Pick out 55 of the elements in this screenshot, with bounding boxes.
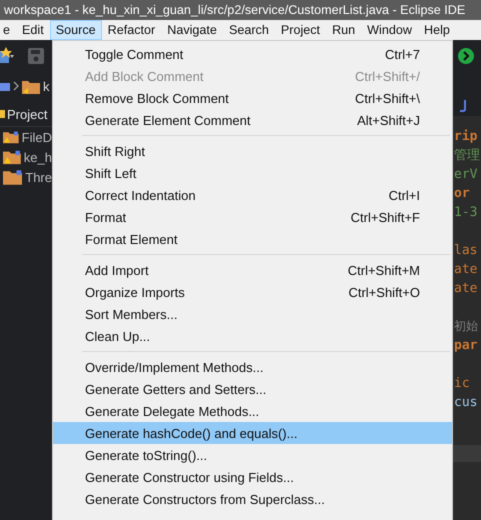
code-line: 1-3: [454, 204, 478, 222]
menu-item[interactable]: Help: [418, 20, 456, 40]
menu-item[interactable]: Generate toString()...: [53, 444, 452, 466]
menu-item[interactable]: Generate Element Comment Alt+Shift+J: [53, 109, 452, 131]
code-line: ate: [454, 280, 478, 298]
code-line: 初始: [454, 318, 479, 335]
tree-item[interactable]: ke_h: [0, 147, 52, 167]
tree-item[interactable]: FileD: [0, 127, 52, 147]
menu-item[interactable]: Add Import Ctrl+Shift+M: [53, 259, 452, 281]
tree-item[interactable]: Thre: [0, 167, 52, 187]
folder-icon: [22, 78, 40, 94]
code-line: 管理: [454, 147, 481, 165]
java-file-icon: [459, 100, 469, 112]
window-title: workspace1 - ke_hu_xin_xi_guan_li/src/p2/service/CustomerList.java - Eclipse IDE: [4, 3, 466, 17]
menu-item[interactable]: Window: [361, 20, 418, 40]
menu-item[interactable]: Generate Getters and Setters...: [53, 378, 452, 400]
menu-item[interactable]: Correct Indentation Ctrl+I: [53, 184, 452, 206]
menu-item[interactable]: Organize Imports Ctrl+Shift+O: [53, 281, 452, 303]
project-icon: [0, 80, 10, 92]
menu-item[interactable]: Format Ctrl+Shift+F: [53, 206, 452, 228]
current-line-highlight: [453, 445, 481, 462]
menu-item[interactable]: Clean Up...: [53, 325, 452, 347]
code-line: or: [454, 185, 471, 203]
menu-item[interactable]: Generate hashCode() and equals()...: [53, 422, 452, 444]
code-line: las: [454, 242, 478, 260]
menu-item[interactable]: Generate Constructors from Superclass...: [53, 488, 452, 510]
menu-item[interactable]: Generate Constructor using Fields...: [53, 466, 452, 488]
menu-item[interactable]: e: [0, 20, 16, 40]
menu-item[interactable]: Source: [50, 20, 102, 40]
code-line: par: [454, 337, 478, 355]
chevron-icon: [13, 81, 19, 91]
menu-item[interactable]: Edit: [16, 20, 50, 40]
code-line: ic: [454, 375, 471, 393]
view-icon: [0, 110, 5, 118]
menu-item[interactable]: Shift Right: [53, 140, 452, 162]
menu-item[interactable]: Override/Implement Methods...: [53, 356, 452, 378]
menu-item[interactable]: Remove Block Comment Ctrl+Shift+\: [53, 87, 452, 109]
breadcrumb-item[interactable]: k: [43, 78, 50, 94]
menu-item[interactable]: Toggle Comment Ctrl+7: [53, 43, 452, 65]
menu-item[interactable]: Generate Delegate Methods...: [53, 400, 452, 422]
menu-item[interactable]: Project: [274, 20, 326, 40]
view-tab[interactable]: Project: [7, 106, 48, 122]
code-line: erV: [454, 166, 478, 184]
new-icon[interactable]: [0, 47, 14, 65]
menu-item[interactable]: Run: [326, 20, 362, 40]
menu-item[interactable]: Search: [222, 20, 275, 40]
menu-item[interactable]: Format Element: [53, 228, 452, 250]
menu-item[interactable]: Navigate: [161, 20, 223, 40]
run-icon[interactable]: [458, 48, 474, 64]
menu-item[interactable]: Refactor: [102, 20, 162, 40]
code-line: rip: [454, 128, 478, 146]
menu-item[interactable]: Sort Members...: [53, 303, 452, 325]
menu-item[interactable]: Shift Left: [53, 162, 452, 184]
code-line: ate: [454, 261, 478, 279]
code-line: cus: [454, 394, 478, 412]
